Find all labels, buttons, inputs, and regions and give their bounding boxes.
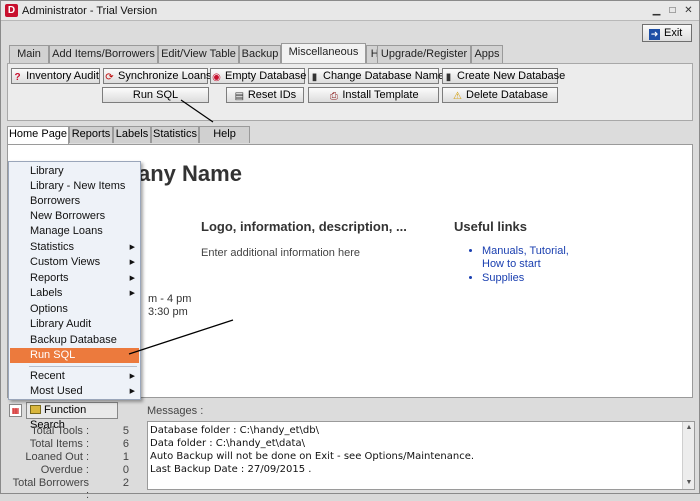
submenu-arrow-icon: ▶ <box>129 259 135 266</box>
start-menu: Library Library - New Items Borrowers Ne… <box>8 161 141 400</box>
minimize-icon[interactable]: ▁ <box>650 4 663 17</box>
tab-apps[interactable]: Apps <box>471 45 503 63</box>
app-window: D Administrator - Trial Version ▁ □ ✕ ➜ E… <box>0 0 700 501</box>
database-icon: ▮ <box>311 72 318 83</box>
tab-help-links[interactable]: Help Links <box>199 126 250 155</box>
synchronize-loans-button[interactable]: ⟳ Synchronize Loans <box>103 68 212 84</box>
empty-database-button[interactable]: ◉ Empty Database <box>210 68 306 84</box>
logo-heading: Logo, information, description, ... <box>201 219 407 234</box>
stat-total-items: Total Items :6 <box>29 438 129 450</box>
messages-box[interactable]: Database folder : C:\handy_et\db\ Data f… <box>147 421 695 490</box>
menu-item-run-sql[interactable]: Run SQL <box>10 348 139 363</box>
submenu-arrow-icon: ▶ <box>129 275 135 282</box>
search-icon <box>30 405 41 414</box>
reset-ids-button[interactable]: ▤ Reset IDs <box>226 87 304 103</box>
menu-item-library[interactable]: Library <box>10 164 139 179</box>
menu-item-backup-database[interactable]: Backup Database <box>10 333 139 348</box>
message-line: Database folder : C:\handy_et\db\ <box>150 425 319 436</box>
audit-icon: ? <box>14 72 21 83</box>
tab-upgrade-register[interactable]: Upgrade/Register <box>377 45 471 63</box>
menu-separator <box>29 366 137 367</box>
tab-home-page[interactable]: Home Page <box>7 126 69 144</box>
company-name: any Name <box>138 161 242 186</box>
function-search-button[interactable]: Function Search <box>26 402 118 431</box>
stat-total-borrowers: Total Borrowers :2 <box>12 477 129 501</box>
message-line: Last Backup Date : 27/09/2015 . <box>150 464 312 475</box>
messages-label: Messages : <box>147 405 204 417</box>
warning-icon: ⚠ <box>453 91 462 102</box>
close-icon[interactable]: ✕ <box>682 4 695 17</box>
opening-hours-line-2: 3:30 pm <box>148 306 188 318</box>
menu-item-library-new-items[interactable]: Library - New Items <box>10 179 139 194</box>
app-logo-icon: D <box>5 4 18 17</box>
link-supplies[interactable]: Supplies <box>482 272 580 285</box>
exit-icon: ➜ <box>649 29 660 40</box>
status-panel: ▦ Function Search Total Tools :5 Total I… <box>7 401 145 501</box>
menu-item-statistics[interactable]: Statistics ▶ <box>10 240 139 255</box>
submenu-arrow-icon: ▶ <box>129 290 135 297</box>
sync-icon: ⟳ <box>105 72 114 83</box>
useful-links-heading: Useful links <box>454 219 527 234</box>
create-new-database-button[interactable]: ▮ Create New Database <box>442 68 565 84</box>
new-database-icon: ▮ <box>445 72 452 83</box>
stat-overdue: Overdue :0 <box>40 464 129 476</box>
delete-database-button[interactable]: ⚠ Delete Database <box>442 87 558 103</box>
menu-item-most-used[interactable]: Most Used ▶ <box>10 384 139 399</box>
messages-scrollbar[interactable]: ▲ ▼ <box>682 422 694 489</box>
submenu-arrow-icon: ▶ <box>129 373 135 380</box>
tab-miscellaneous[interactable]: Miscellaneous <box>281 43 366 63</box>
empty-database-icon: ◉ <box>212 72 221 83</box>
link-manuals[interactable]: Manuals, Tutorial, How to start <box>482 245 580 271</box>
reset-icon: ▤ <box>234 91 245 102</box>
tab-backup[interactable]: Backup <box>239 45 281 63</box>
template-icon: ⎙ <box>329 91 338 102</box>
menu-item-library-audit[interactable]: Library Audit <box>10 317 139 332</box>
message-line: Data folder : C:\handy_et\data\ <box>150 438 305 449</box>
message-line: Auto Backup will not be done on Exit - s… <box>150 451 475 462</box>
stat-total-tools: Total Tools :5 <box>31 425 129 437</box>
install-template-button[interactable]: ⎙ Install Template <box>308 87 439 103</box>
menu-item-labels[interactable]: Labels ▶ <box>10 286 139 301</box>
inventory-audit-button[interactable]: ? Inventory Audit <box>11 68 100 84</box>
stat-loaned-out: Loaned Out :1 <box>25 451 129 463</box>
exit-button[interactable]: ➜ Exit <box>642 24 692 42</box>
menu-item-custom-views[interactable]: Custom Views ▶ <box>10 255 139 270</box>
useful-links-list: Manuals, Tutorial, How to start Supplies <box>468 245 580 286</box>
maximize-icon[interactable]: □ <box>666 4 679 17</box>
menu-item-recent[interactable]: Recent ▶ <box>10 369 139 384</box>
tab-reports[interactable]: Reports <box>69 126 113 143</box>
scroll-up-icon[interactable]: ▲ <box>684 423 694 433</box>
miscellaneous-toolbar: ? Inventory Audit ⟳ Synchronize Loans ◉ Emp… <box>7 63 693 121</box>
logo-description: Enter additional information here <box>201 247 360 259</box>
menu-item-new-borrowers[interactable]: New Borrowers <box>10 209 139 224</box>
tab-labels[interactable]: Labels <box>113 126 151 143</box>
title-bar: D Administrator - Trial Version ▁ □ ✕ <box>1 1 699 21</box>
submenu-arrow-icon: ▶ <box>129 388 135 395</box>
menu-item-reports[interactable]: Reports ▶ <box>10 271 139 286</box>
submenu-arrow-icon: ▶ <box>129 244 135 251</box>
menu-item-options[interactable]: Options <box>10 302 139 317</box>
scroll-down-icon[interactable]: ▼ <box>684 478 694 488</box>
opening-hours-line-1: m - 4 pm <box>148 293 192 305</box>
tab-add-items-borrowers[interactable]: Add Items/Borrowers <box>49 45 158 63</box>
tab-edit-view-table[interactable]: Edit/View Table <box>158 45 239 63</box>
tab-main[interactable]: Main <box>9 45 49 63</box>
change-database-name-button[interactable]: ▮ Change Database Name <box>308 68 444 84</box>
window-title: Administrator - Trial Version <box>22 5 158 17</box>
start-menu-icon[interactable]: ▦ <box>9 404 22 417</box>
tab-statistics[interactable]: Statistics <box>151 126 199 143</box>
run-sql-button[interactable]: Run SQL <box>102 87 209 103</box>
menu-item-manage-loans[interactable]: Manage Loans <box>10 224 139 239</box>
menu-item-borrowers[interactable]: Borrowers <box>10 194 139 209</box>
exit-label: Exit <box>664 27 683 39</box>
